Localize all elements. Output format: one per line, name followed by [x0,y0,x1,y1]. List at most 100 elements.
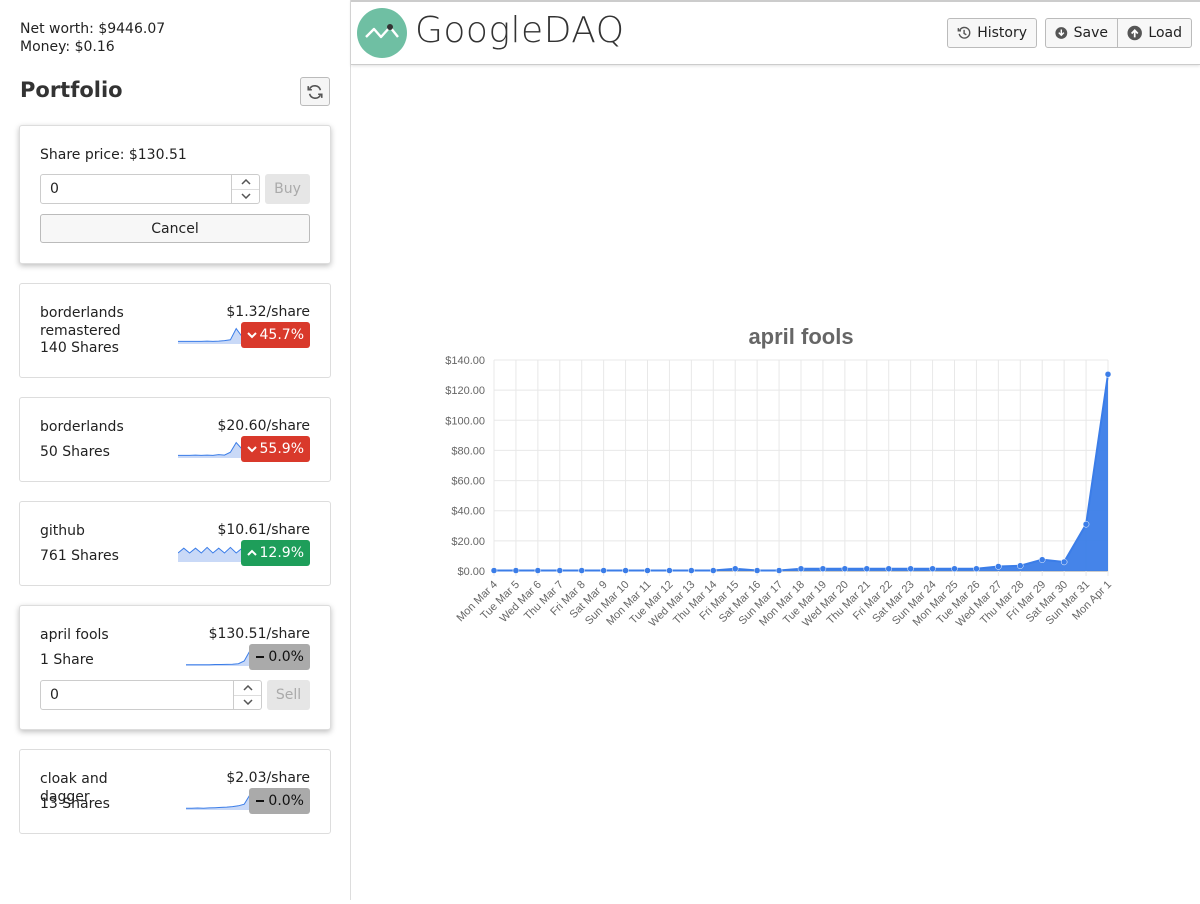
increment-button[interactable] [234,681,261,695]
data-point [710,567,717,574]
stock-shares: 1 Share [40,652,94,668]
data-point [995,563,1002,570]
data-point [600,567,607,574]
refresh-icon [307,84,323,99]
data-point [622,567,629,574]
data-point [929,565,936,572]
buy-button[interactable]: Buy [265,174,310,204]
stock-card[interactable]: april fools 1 Share $130.51/share 0.0% 0 Sell [19,605,331,730]
y-tick-label: $80.00 [451,445,485,457]
chevron-down-icon [242,699,253,706]
chevron-up-icon [246,549,257,556]
change-value: 0.0% [268,649,304,665]
y-tick-label: $0.00 [457,566,485,578]
change-value: 0.0% [268,793,304,809]
sparkline [178,441,242,458]
buy-panel: Share price: $130.51 0 Buy Cancel [19,125,331,264]
data-point [797,565,805,572]
data-point [578,567,585,574]
data-point [841,565,849,572]
sell-quantity-input[interactable]: 0 [40,680,262,710]
history-label: History [977,25,1027,41]
minus-icon [256,800,265,802]
buy-quantity-input[interactable]: 0 [40,174,260,204]
y-tick-label: $60.00 [451,476,485,488]
stock-shares: 13 Shares [40,796,110,812]
portfolio-title: Portfolio [20,78,123,102]
quantity-spinner[interactable] [231,175,259,203]
data-point [490,567,498,574]
data-point [819,565,827,572]
app-logo [357,8,407,58]
history-button[interactable]: History [947,18,1037,48]
change-value: 12.9% [259,545,304,561]
quantity-spinner[interactable] [233,681,261,709]
data-point [1017,562,1024,569]
money-summary: Net worth: $9446.07 Money: $0.16 [20,20,165,56]
change-badge: 45.7% [240,322,310,348]
data-point [775,567,783,574]
chart-area: april fools $0.00 $20.00 $40.00 $60.00 $80.00… [351,66,1200,900]
data-point [534,567,542,574]
stock-price: $10.61/share [217,522,310,538]
stock-shares: 761 Shares [40,548,119,564]
data-point [973,565,980,572]
stock-card[interactable]: borderlands remastered 140 Shares $1.32/sh… [19,283,331,378]
chevron-down-icon [240,193,251,200]
stock-name: borderlands remastered [40,305,124,339]
stock-card[interactable]: github 761 Shares $10.61/share 12.9% [19,501,331,586]
change-badge: 12.9% [240,540,310,566]
stock-shares: 140 Shares [40,340,119,356]
sparkline [178,327,242,344]
cancel-button[interactable]: Cancel [40,214,310,243]
sparkline [186,650,250,666]
stock-card[interactable]: borderlands 50 Shares $20.60/share 55.9% [19,397,331,482]
stock-price: $20.60/share [217,418,310,434]
change-badge: 0.0% [249,788,310,814]
y-tick-label: $140.00 [445,355,485,367]
data-point [1038,556,1046,563]
refresh-button[interactable] [300,77,330,106]
chevron-down-icon [246,332,257,339]
sell-quantity-value: 0 [50,687,59,703]
sell-button[interactable]: Sell [267,680,310,710]
y-tick-label: $40.00 [451,506,485,518]
decrement-button[interactable] [232,188,259,204]
load-button[interactable]: Load [1117,18,1192,48]
chart-title: april fools [748,324,853,349]
save-label: Save [1073,25,1108,41]
stock-shares: 50 Shares [40,444,110,460]
stock-price: $2.03/share [226,770,310,786]
change-badge: 55.9% [240,436,310,462]
data-point [885,565,892,572]
data-point [1060,558,1068,566]
data-point [556,567,564,574]
stock-card[interactable]: cloak and dagger 13 Shares $2.03/share 0.0% [19,749,331,834]
sparkline [178,546,242,562]
net-worth-label: Net worth: $9446.07 [20,21,166,37]
download-circle-icon [1055,27,1068,39]
data-point [688,567,695,574]
sidebar: Net worth: $9446.07 Money: $0.16 Portfol… [0,0,351,900]
load-label: Load [1148,25,1182,41]
decrement-button[interactable] [234,694,261,710]
upload-circle-icon [1127,25,1142,41]
change-badge: 0.0% [249,644,310,670]
data-point [1082,521,1090,528]
app-header: GoogleDAQ History Save Load [351,0,1200,65]
change-value: 45.7% [259,327,304,343]
minus-icon [256,656,265,658]
sparkline [186,794,250,810]
chevron-down-icon [246,446,257,453]
money-label: Money: $0.16 [20,39,115,55]
stock-name: april fools [40,627,109,643]
chevron-up-icon [240,178,251,185]
increment-button[interactable] [232,175,259,189]
y-tick-label: $120.00 [445,385,485,397]
save-button[interactable]: Save [1045,18,1118,48]
data-point [644,567,651,574]
data-point [666,567,673,574]
stock-price: $1.32/share [226,304,310,320]
chevron-up-icon [242,684,253,691]
data-point [907,565,914,572]
